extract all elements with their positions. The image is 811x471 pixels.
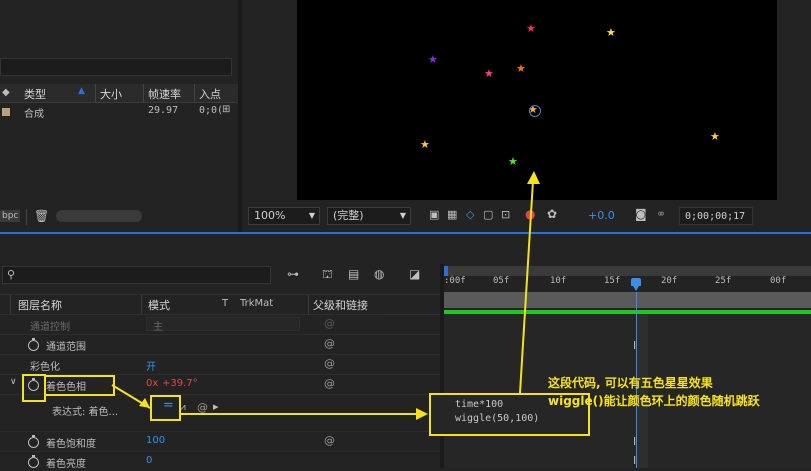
annotation-text: 这段代码, 可以有五色星星效果 wiggle()能让颜色环上的颜色随机跳跃 [548, 376, 760, 408]
annotation-arrow [519, 180, 534, 394]
annotation-arrowhead [527, 171, 540, 184]
annotation-arrowhead [416, 408, 428, 420]
